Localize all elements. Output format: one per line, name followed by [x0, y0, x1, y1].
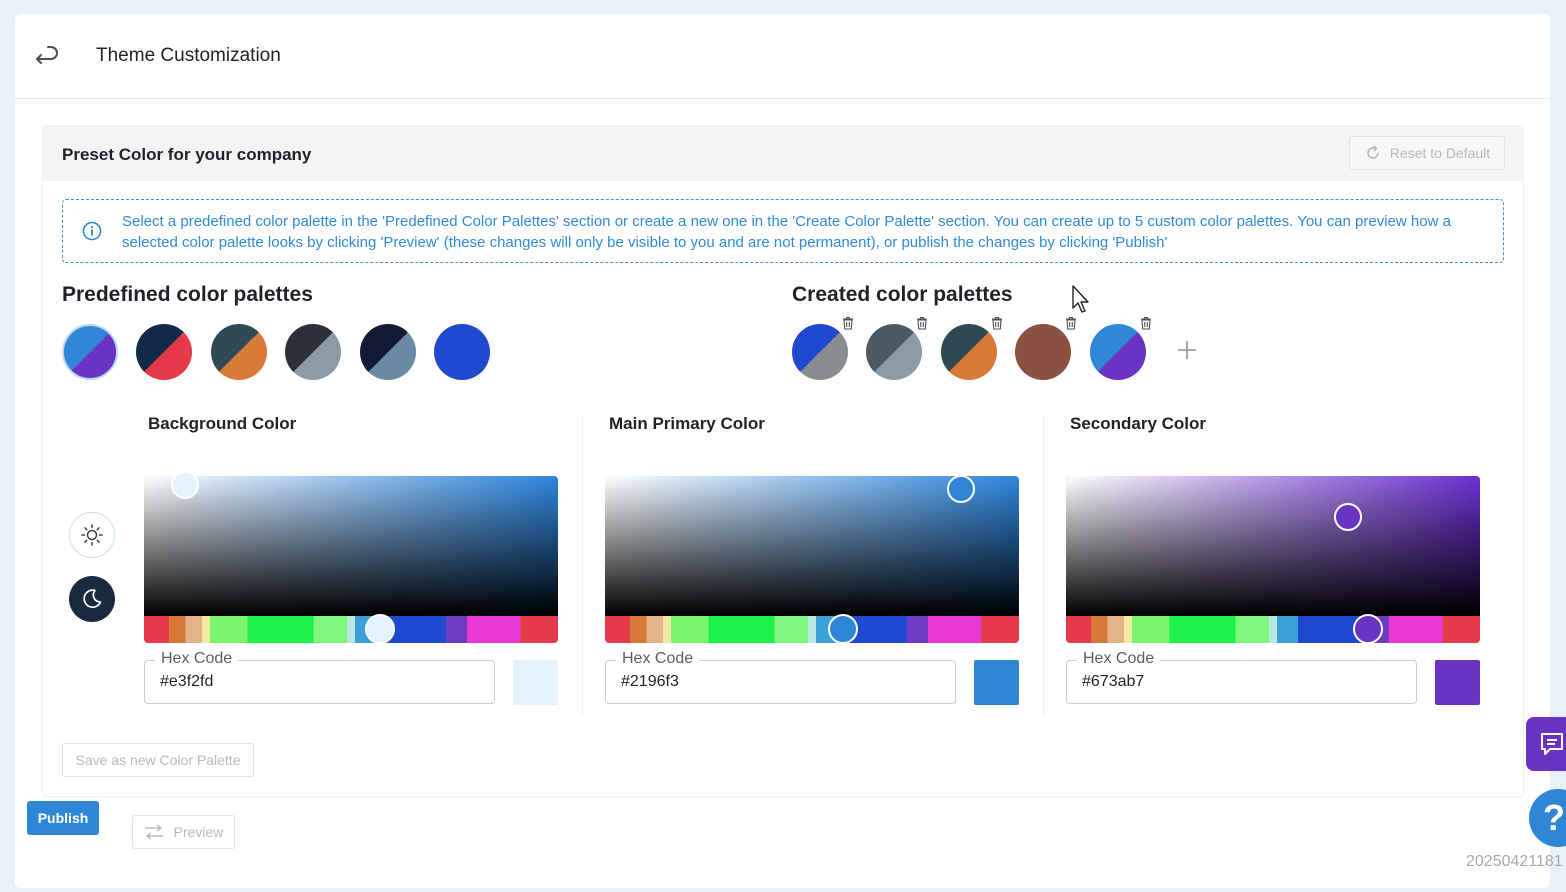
saturation-value-area[interactable]: [1066, 476, 1480, 616]
sun-icon: [81, 524, 103, 546]
dark-mode-button[interactable]: [69, 576, 115, 622]
back-arrow-icon[interactable]: [35, 44, 61, 68]
created-palette-swatch[interactable]: [1015, 324, 1072, 380]
predefined-palette-swatch[interactable]: [136, 324, 193, 380]
hue-handle[interactable]: [1353, 614, 1384, 644]
saturation-handle[interactable]: [171, 470, 200, 499]
preset-color-panel: Preset Color for your company Reset to D…: [42, 125, 1524, 797]
page-title: Theme Customization: [96, 45, 281, 66]
reset-icon: [1367, 145, 1379, 159]
created-palette-swatch[interactable]: [792, 324, 848, 380]
chat-icon: [1541, 733, 1563, 755]
info-icon: [82, 221, 102, 241]
predefined-palette-swatch[interactable]: [434, 324, 490, 380]
add-palette-icon[interactable]: [1176, 339, 1198, 361]
predefined-palette-swatch[interactable]: [210, 324, 267, 380]
hue-slider[interactable]: [605, 614, 1019, 644]
info-banner: Select a predefined color palette in the…: [62, 199, 1504, 263]
preview-button[interactable]: Preview: [132, 815, 235, 849]
panel-header: Preset Color for your company Reset to D…: [43, 126, 1523, 181]
publish-button[interactable]: Publish: [27, 801, 99, 835]
picker-label: Secondary Color: [1070, 414, 1207, 433]
delete-palette-icon[interactable]: [990, 316, 1004, 330]
hue-handle[interactable]: [364, 614, 395, 644]
picker-label: Main Primary Color: [609, 414, 765, 433]
saturation-value-area[interactable]: [605, 475, 1019, 616]
light-mode-button[interactable]: [69, 512, 115, 558]
hex-code-field[interactable]: Hex Code: [144, 650, 495, 704]
color-preview-swatch: [974, 660, 1019, 705]
predefined-palette-swatch[interactable]: [359, 324, 416, 380]
preview-label: Preview: [173, 824, 224, 840]
save-as-new-palette-button[interactable]: Save as new Color Palette: [62, 743, 254, 777]
info-text: Select a predefined color palette in the…: [122, 213, 1451, 251]
hex-code-input[interactable]: [160, 673, 460, 691]
hex-code-label: Hex Code: [155, 650, 239, 668]
delete-palette-icon[interactable]: [1064, 316, 1078, 330]
picker-label: Background Color: [148, 414, 297, 433]
predefined-palette-swatch[interactable]: [285, 324, 342, 380]
delete-palette-icon[interactable]: [1139, 316, 1153, 330]
hex-code-label: Hex Code: [1077, 650, 1161, 668]
mouse-cursor-icon: [1072, 285, 1089, 313]
timestamp: 20250421181: [1466, 853, 1563, 870]
created-palette-swatch[interactable]: [866, 324, 923, 380]
created-palettes-title: Created color palettes: [792, 283, 1013, 306]
hue-slider[interactable]: [1066, 614, 1480, 644]
chat-button[interactable]: [1526, 717, 1566, 771]
color-preview-swatch: [1435, 660, 1480, 705]
delete-palette-icon[interactable]: [841, 316, 855, 330]
hex-code-field[interactable]: Hex Code: [1066, 650, 1417, 704]
hex-code-input[interactable]: [621, 673, 921, 691]
hex-code-input[interactable]: [1082, 673, 1382, 691]
predefined-palettes-title: Predefined color palettes: [62, 283, 313, 306]
page-header: Theme Customization: [15, 14, 1550, 99]
reset-label: Reset to Default: [1389, 145, 1491, 161]
picker-divider: [1043, 416, 1044, 716]
reset-to-default-button[interactable]: Reset to Default: [1349, 136, 1505, 170]
moon-icon: [83, 589, 102, 608]
created-palette-swatch[interactable]: [1089, 324, 1146, 380]
saturation-handle[interactable]: [947, 475, 976, 503]
hex-code-field[interactable]: Hex Code: [605, 650, 956, 704]
color-preview-swatch: [513, 660, 558, 705]
swap-icon: [144, 824, 163, 840]
hue-slider[interactable]: [144, 614, 558, 644]
hue-handle[interactable]: [828, 614, 859, 644]
predefined-palette-swatch[interactable]: [62, 324, 118, 380]
delete-palette-icon[interactable]: [915, 316, 929, 330]
created-palette-swatch[interactable]: [940, 324, 997, 380]
saturation-handle[interactable]: [1333, 503, 1362, 531]
theme-card: Theme Customization Preset Color for you…: [15, 14, 1563, 888]
saturation-value-area[interactable]: [144, 470, 558, 616]
panel-title: Preset Color for your company: [62, 145, 312, 164]
picker-divider: [582, 416, 583, 716]
hex-code-label: Hex Code: [616, 650, 700, 668]
